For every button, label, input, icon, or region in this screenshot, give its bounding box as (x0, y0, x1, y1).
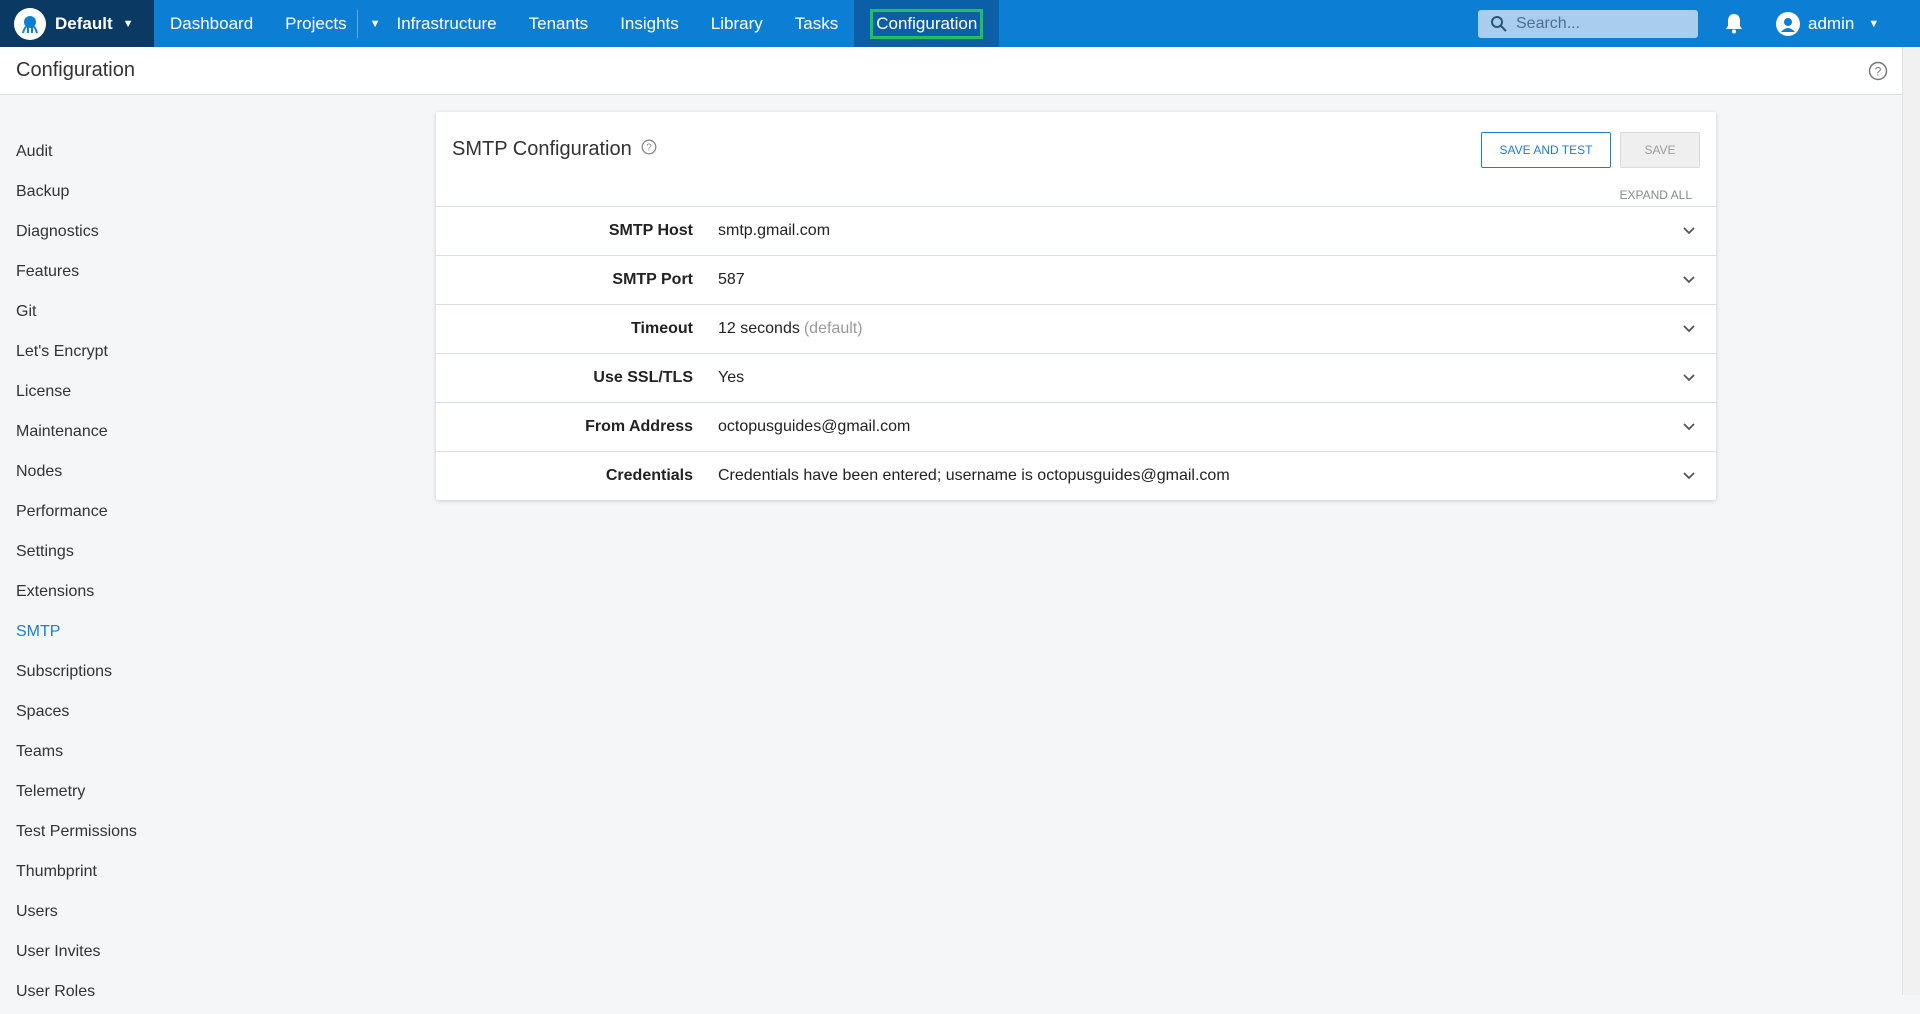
setting-value: octopusguides@gmail.com (718, 418, 910, 436)
sidebar-item-performance[interactable]: Performance (0, 494, 300, 534)
page-title: Configuration (16, 59, 135, 81)
save-and-test-button[interactable]: SAVE AND TEST (1481, 132, 1611, 168)
setting-row-from-address[interactable]: From Address octopusguides@gmail.com (436, 402, 1716, 451)
bell-icon[interactable] (1724, 12, 1744, 39)
setting-value: smtp.gmail.com (718, 222, 830, 240)
sidebar-item-git[interactable]: Git (0, 294, 300, 334)
save-button[interactable]: SAVE (1620, 132, 1700, 168)
sidebar-item-settings[interactable]: Settings (0, 534, 300, 574)
sidebar-item-lets-encrypt[interactable]: Let's Encrypt (0, 334, 300, 374)
sidebar-item-teams[interactable]: Teams (0, 734, 300, 774)
sidebar-item-smtp[interactable]: SMTP (0, 614, 300, 654)
page-header: Configuration ? (0, 47, 1902, 95)
sidebar-item-subscriptions[interactable]: Subscriptions (0, 654, 300, 694)
smtp-title: SMTP Configuration (452, 138, 632, 160)
nav-library[interactable]: Library (695, 0, 779, 47)
avatar-icon (1776, 11, 1800, 36)
sidebar-item-user-roles[interactable]: User Roles (0, 974, 300, 1014)
help-icon[interactable]: ? (1868, 61, 1888, 86)
user-menu[interactable]: admin ▼ (1776, 0, 1879, 47)
username: admin (1808, 13, 1855, 33)
setting-label: SMTP Host (608, 222, 693, 239)
nav-configuration-label: Configuration (870, 8, 984, 39)
chevron-down-icon[interactable] (1682, 322, 1696, 336)
sidebar-item-maintenance[interactable]: Maintenance (0, 414, 300, 454)
sidebar-item-license[interactable]: License (0, 374, 300, 414)
top-nav: Default ▼ Dashboard Projects ▼ Infrastru… (0, 0, 1920, 47)
setting-value-text: Credentials have been entered; username … (718, 467, 1230, 484)
setting-value-text: 12 seconds (718, 320, 800, 337)
setting-row-credentials[interactable]: Credentials Credentials have been entere… (436, 451, 1716, 500)
search-input[interactable] (1516, 15, 1686, 33)
setting-row-use-ssl-tls[interactable]: Use SSL/TLS Yes (436, 353, 1716, 402)
setting-row-smtp-host[interactable]: SMTP Host smtp.gmail.com (436, 206, 1716, 255)
projects-dropdown-icon[interactable]: ▼ (358, 0, 393, 47)
settings-list: SMTP Host smtp.gmail.com SMTP Port 587 T… (436, 206, 1716, 500)
svg-text:?: ? (646, 143, 652, 154)
setting-value-text: 587 (718, 271, 745, 288)
setting-value-text: Yes (718, 369, 745, 386)
card-title: SMTP Configuration ? (452, 138, 657, 161)
octopus-logo-icon (14, 7, 46, 40)
setting-label: Credentials (605, 467, 693, 484)
sidebar-item-spaces[interactable]: Spaces (0, 694, 300, 734)
space-switcher[interactable]: Default ▼ (0, 0, 154, 47)
expand-all-link[interactable]: EXPAND ALL (1620, 188, 1692, 202)
setting-value-text: smtp.gmail.com (718, 222, 831, 239)
setting-value: 587 (718, 271, 745, 289)
smtp-configuration-card: SMTP Configuration ? SAVE AND TEST SAVE … (436, 112, 1716, 500)
sidebar-item-users[interactable]: Users (0, 894, 300, 934)
setting-value: 12 seconds (default) (718, 320, 863, 338)
nav-tasks[interactable]: Tasks (779, 0, 854, 47)
setting-label: SMTP Port (612, 271, 693, 288)
search-box[interactable] (1478, 10, 1698, 38)
nav-infrastructure[interactable]: Infrastructure (392, 0, 512, 47)
nav-configuration[interactable]: Configuration (854, 0, 1000, 47)
setting-row-smtp-port[interactable]: SMTP Port 587 (436, 255, 1716, 304)
sidebar-item-diagnostics[interactable]: Diagnostics (0, 214, 300, 254)
sidebar-item-test-permissions[interactable]: Test Permissions (0, 814, 300, 854)
space-name: Default (55, 13, 113, 33)
sidebar-item-extensions[interactable]: Extensions (0, 574, 300, 614)
setting-value-text: octopusguides@gmail.com (718, 418, 911, 435)
setting-label: From Address (585, 418, 693, 435)
page-scrollbar[interactable] (1902, 47, 1920, 995)
svg-text:?: ? (1875, 65, 1882, 79)
setting-label: Timeout (631, 320, 693, 337)
nav-insights[interactable]: Insights (604, 0, 695, 47)
setting-label: Use SSL/TLS (593, 369, 693, 386)
setting-value: Yes (718, 369, 744, 387)
setting-row-timeout[interactable]: Timeout 12 seconds (default) (436, 304, 1716, 353)
sidebar-item-nodes[interactable]: Nodes (0, 454, 300, 494)
chevron-down-icon[interactable] (1682, 371, 1696, 385)
nav-projects[interactable]: Projects (269, 0, 356, 47)
sidebar-item-features[interactable]: Features (0, 254, 300, 294)
sidebar-item-backup[interactable]: Backup (0, 174, 300, 214)
chevron-down-icon: ▼ (1868, 17, 1880, 30)
nav-dashboard[interactable]: Dashboard (154, 0, 269, 47)
sidebar-item-telemetry[interactable]: Telemetry (0, 774, 300, 814)
search-icon (1491, 16, 1507, 32)
chevron-down-icon[interactable] (1682, 469, 1696, 483)
config-sidebar: Audit Backup Diagnostics Features Git Le… (0, 134, 300, 1014)
chevron-down-icon[interactable] (1682, 224, 1696, 238)
help-icon[interactable]: ? (641, 138, 657, 161)
setting-value: Credentials have been entered; username … (718, 467, 1230, 485)
sidebar-item-audit[interactable]: Audit (0, 134, 300, 174)
sidebar-item-thumbprint[interactable]: Thumbprint (0, 854, 300, 894)
nav-tenants[interactable]: Tenants (513, 0, 605, 47)
chevron-down-icon[interactable] (1682, 420, 1696, 434)
chevron-down-icon[interactable] (1682, 273, 1696, 287)
default-hint: (default) (803, 320, 863, 337)
sidebar-item-user-invites[interactable]: User Invites (0, 934, 300, 974)
chevron-down-icon: ▼ (122, 17, 134, 30)
